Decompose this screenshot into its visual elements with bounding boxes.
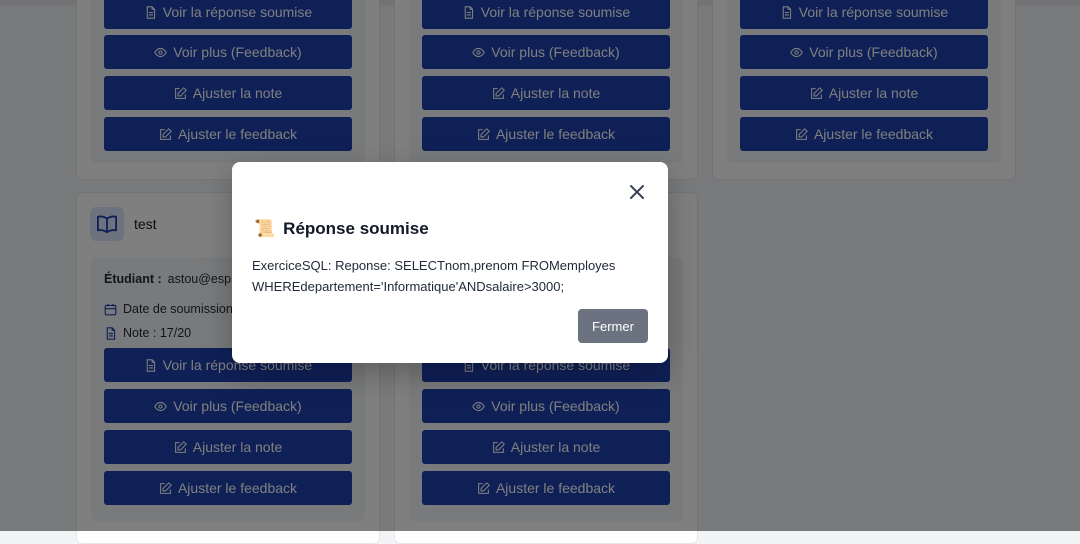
answer-line: ExerciceSQL: Reponse: SELECTnom,prenom F… [252,258,616,273]
scroll-icon: 📜 [254,219,276,238]
modal-body: ExerciceSQL: Reponse: SELECTnom,prenom F… [252,255,652,297]
modal-title: 📜 Réponse soumise [254,219,429,239]
submitted-answer-modal: 📜 Réponse soumise ExerciceSQL: Reponse: … [232,162,668,363]
modal-title-text: Réponse soumise [283,219,429,238]
answer-line: WHEREdepartement='Informatique'ANDsalair… [252,279,565,294]
close-modal-button[interactable]: Fermer [578,309,648,343]
close-icon[interactable] [628,183,646,201]
